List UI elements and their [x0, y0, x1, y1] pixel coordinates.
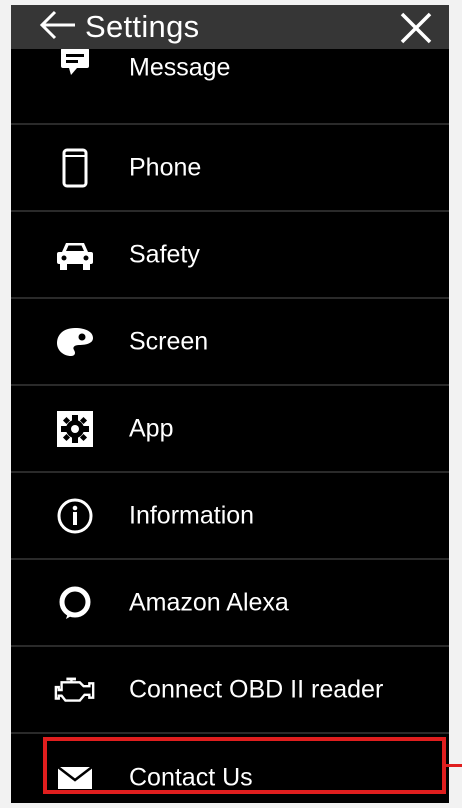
settings-item-label: Screen: [129, 327, 209, 355]
phone-icon: [53, 146, 97, 190]
info-icon: [53, 494, 97, 538]
alexa-icon: [53, 581, 97, 625]
envelope-icon: [53, 756, 97, 800]
settings-item-label: App: [129, 414, 174, 442]
settings-item-screen[interactable]: Screen: [11, 299, 449, 386]
settings-item-label: Phone: [129, 153, 202, 181]
close-icon: [399, 12, 433, 49]
settings-item-label: Amazon Alexa: [129, 588, 289, 616]
back-button[interactable]: Settings: [11, 5, 199, 49]
settings-item-connect-obd[interactable]: Connect OBD II reader: [11, 647, 449, 734]
settings-item-label: Message: [129, 53, 231, 82]
settings-item-phone[interactable]: Phone: [11, 125, 449, 212]
settings-item-safety[interactable]: Safety: [11, 212, 449, 299]
car-icon: [53, 233, 97, 277]
header-bar: Settings: [11, 5, 449, 49]
settings-item-app[interactable]: App: [11, 386, 449, 473]
settings-item-contact-us[interactable]: Contact Us: [11, 734, 449, 803]
settings-item-information[interactable]: Information: [11, 473, 449, 560]
highlight-connector-line: [446, 764, 462, 767]
settings-item-label: Information: [129, 501, 255, 529]
settings-screen: Message Phone Safety Screen App Informat…: [11, 5, 449, 803]
settings-item-amazon-alexa[interactable]: Amazon Alexa: [11, 560, 449, 647]
settings-list: Message Phone Safety Screen App Informat…: [11, 22, 449, 803]
close-button[interactable]: [399, 11, 433, 45]
palette-icon: [53, 320, 97, 364]
arrow-left-icon: [37, 9, 79, 46]
page-title: Settings: [85, 9, 200, 44]
settings-item-label: Connect OBD II reader: [129, 675, 384, 703]
engine-icon: [53, 668, 97, 712]
settings-item-label: Contact Us: [129, 763, 253, 791]
settings-item-label: Safety: [129, 240, 200, 268]
gear-icon: [53, 407, 97, 451]
